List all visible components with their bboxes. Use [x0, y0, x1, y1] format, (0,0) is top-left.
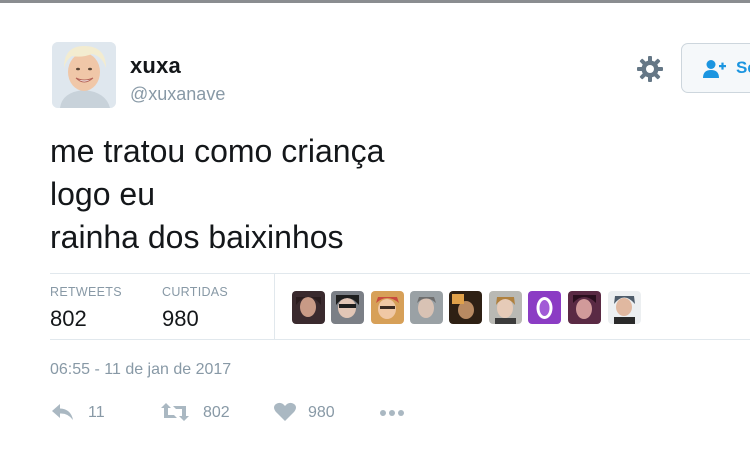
like-count: 980 [308, 404, 335, 421]
stats-divider-top [50, 273, 750, 274]
likes-stat[interactable]: CURTIDAS 980 [162, 285, 228, 332]
liker-avatar[interactable] [568, 291, 601, 324]
heart-icon [274, 402, 296, 421]
retweet-button[interactable]: 802 [160, 400, 240, 426]
add-user-icon [702, 59, 726, 79]
stats-divider-vertical [274, 274, 275, 339]
author-handle[interactable]: @xuxanave [130, 84, 225, 105]
stats-divider-bottom [50, 339, 750, 340]
follow-button[interactable]: Se [681, 43, 750, 93]
reply-icon [52, 404, 73, 420]
liker-avatar[interactable] [449, 291, 482, 324]
like-button[interactable]: 980 [273, 400, 343, 426]
tweet-text-line: logo eu [50, 176, 155, 212]
tweet-timestamp[interactable]: 06:55 - 11 de jan de 2017 [50, 361, 231, 379]
liker-avatar[interactable] [331, 291, 364, 324]
tweet-text: me tratou como criança logo eu rainha do… [50, 130, 384, 259]
retweet-count: 802 [203, 404, 230, 421]
likes-value: 980 [162, 306, 199, 331]
retweets-label: RETWEETS [50, 285, 122, 299]
author-avatar[interactable] [52, 42, 116, 108]
follow-button-label: Se [736, 58, 750, 77]
likes-label: CURTIDAS [162, 285, 229, 299]
liker-avatar[interactable] [371, 291, 404, 324]
liker-avatar[interactable] [292, 291, 325, 324]
reply-button[interactable]: 11 [50, 400, 110, 426]
more-options-button[interactable] [378, 400, 408, 426]
author-display-name[interactable]: xuxa [130, 53, 181, 79]
liker-avatar[interactable] [489, 291, 522, 324]
liker-avatar[interactable] [528, 291, 561, 324]
window-top-edge [0, 0, 750, 3]
retweets-stat[interactable]: RETWEETS 802 [50, 285, 122, 332]
gear-icon[interactable] [636, 55, 664, 83]
tweet-text-line: rainha dos baixinhos [50, 219, 344, 255]
retweet-icon [161, 403, 189, 421]
liker-avatar[interactable] [608, 291, 641, 324]
tweet-text-line: me tratou como criança [50, 133, 385, 169]
ellipsis-icon [380, 410, 404, 416]
liker-avatar[interactable] [410, 291, 443, 324]
reply-count: 11 [88, 404, 105, 421]
retweets-value: 802 [50, 306, 87, 331]
